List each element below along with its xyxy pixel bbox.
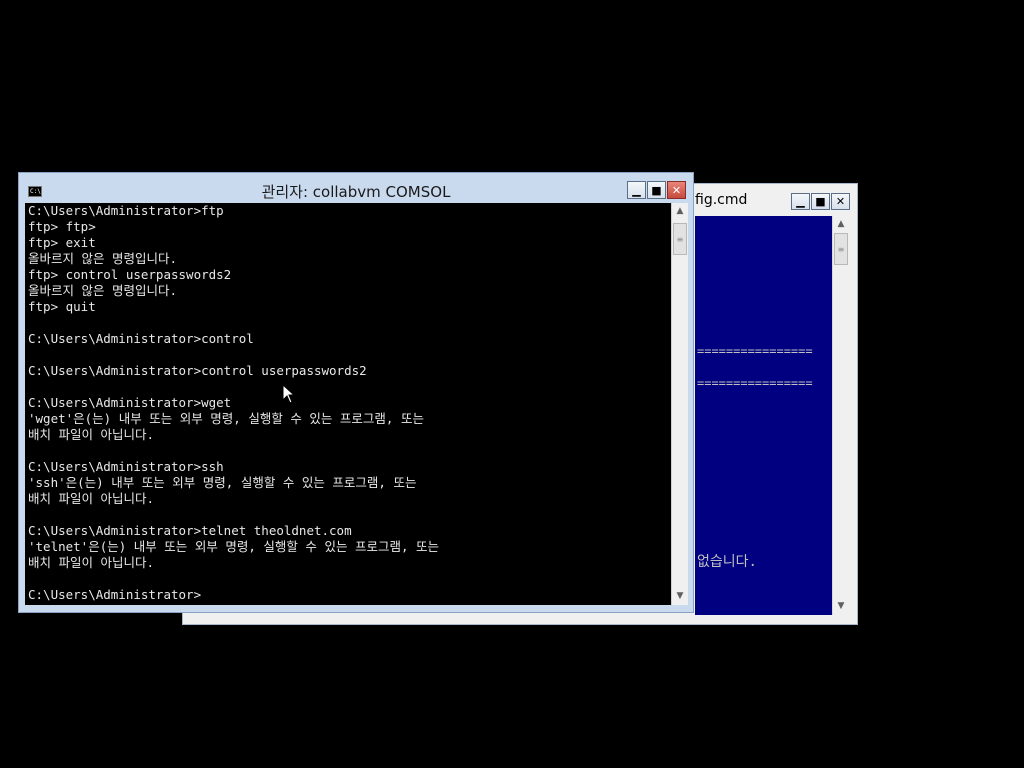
console-line: 배치 파일이 아닙니다. bbox=[28, 427, 155, 442]
console-line: C:\Users\Administrator> bbox=[28, 587, 202, 602]
maximize-icon: ■ bbox=[651, 183, 662, 197]
minimize-button[interactable]: ▁ bbox=[791, 193, 810, 210]
console-line: ftp> exit bbox=[28, 235, 96, 250]
minimize-icon: ▁ bbox=[796, 195, 805, 208]
console-line: 올바르지 않은 명령입니다. bbox=[28, 283, 178, 298]
maximize-button[interactable]: ■ bbox=[647, 181, 666, 199]
chevron-down-icon[interactable]: ▼ bbox=[833, 598, 849, 614]
minimize-icon: ▁ bbox=[632, 183, 641, 197]
vertical-scrollbar[interactable]: ▲ ≡ ▼ bbox=[832, 216, 850, 615]
maximize-icon: ■ bbox=[815, 195, 826, 208]
maximize-button[interactable]: ■ bbox=[811, 193, 830, 210]
console-line: 'wget'은(는) 내부 또는 외부 명령, 실행할 수 있는 프로그램, 또… bbox=[28, 411, 424, 426]
chevron-down-icon[interactable]: ▼ bbox=[672, 588, 688, 604]
close-icon: ✕ bbox=[671, 183, 682, 197]
console-line: C:\Users\Administrator>ssh bbox=[28, 459, 224, 474]
scrollbar-thumb[interactable]: ≡ bbox=[673, 223, 687, 255]
console-line: ftp> quit bbox=[28, 299, 96, 314]
vertical-scrollbar[interactable]: ▲ ≡ ▼ bbox=[671, 203, 688, 605]
scrollbar-thumb[interactable]: ≡ bbox=[834, 233, 848, 265]
mouse-pointer-icon bbox=[283, 385, 295, 404]
chevron-up-icon[interactable]: ▲ bbox=[833, 216, 849, 232]
console-line: ================ bbox=[697, 376, 813, 390]
console-line: C:\Users\Administrator>control bbox=[28, 331, 254, 346]
console-line: C:\Users\Administrator>control userpassw… bbox=[28, 363, 367, 378]
close-button[interactable]: ✕ bbox=[831, 193, 850, 210]
console-line: 'ssh'은(는) 내부 또는 외부 명령, 실행할 수 있는 프로그램, 또는 bbox=[28, 475, 417, 490]
console-line: ================ bbox=[697, 344, 813, 358]
console-line: 'telnet'은(는) 내부 또는 외부 명령, 실행할 수 있는 프로그램,… bbox=[28, 539, 440, 554]
console-line: C:\Users\Administrator>ftp bbox=[28, 203, 224, 218]
console-output[interactable]: C:\Users\Administrator>ftp ftp> ftp> ftp> … bbox=[25, 203, 671, 605]
console-line: ftp> control userpasswords2 bbox=[28, 267, 232, 282]
console-line: ftp> ftp> bbox=[28, 219, 96, 234]
command-prompt-window[interactable]: C:\ 관리자: collabvm COMSOL ▁ ■ ✕ C:\Users\… bbox=[18, 172, 694, 613]
minimize-button[interactable]: ▁ bbox=[627, 181, 646, 199]
console-line: 배치 파일이 아닙니다. bbox=[28, 555, 155, 570]
console-line: C:\Users\Administrator>telnet theoldnet.… bbox=[28, 523, 352, 538]
console-line: 없습니다. bbox=[697, 554, 757, 570]
close-icon: ✕ bbox=[835, 195, 846, 208]
console-line: 배치 파일이 아닙니다. bbox=[28, 491, 155, 506]
close-button[interactable]: ✕ bbox=[667, 181, 686, 199]
window-title: fig.cmd bbox=[695, 192, 748, 208]
window-title: 관리자: collabvm COMSOL bbox=[261, 183, 451, 201]
console-line: 올바르지 않은 명령입니다. bbox=[28, 251, 178, 266]
console-output: ================ ================ 없습니다. bbox=[695, 216, 832, 615]
console-line: C:\Users\Administrator>wget bbox=[28, 395, 232, 410]
chevron-up-icon[interactable]: ▲ bbox=[672, 203, 688, 219]
